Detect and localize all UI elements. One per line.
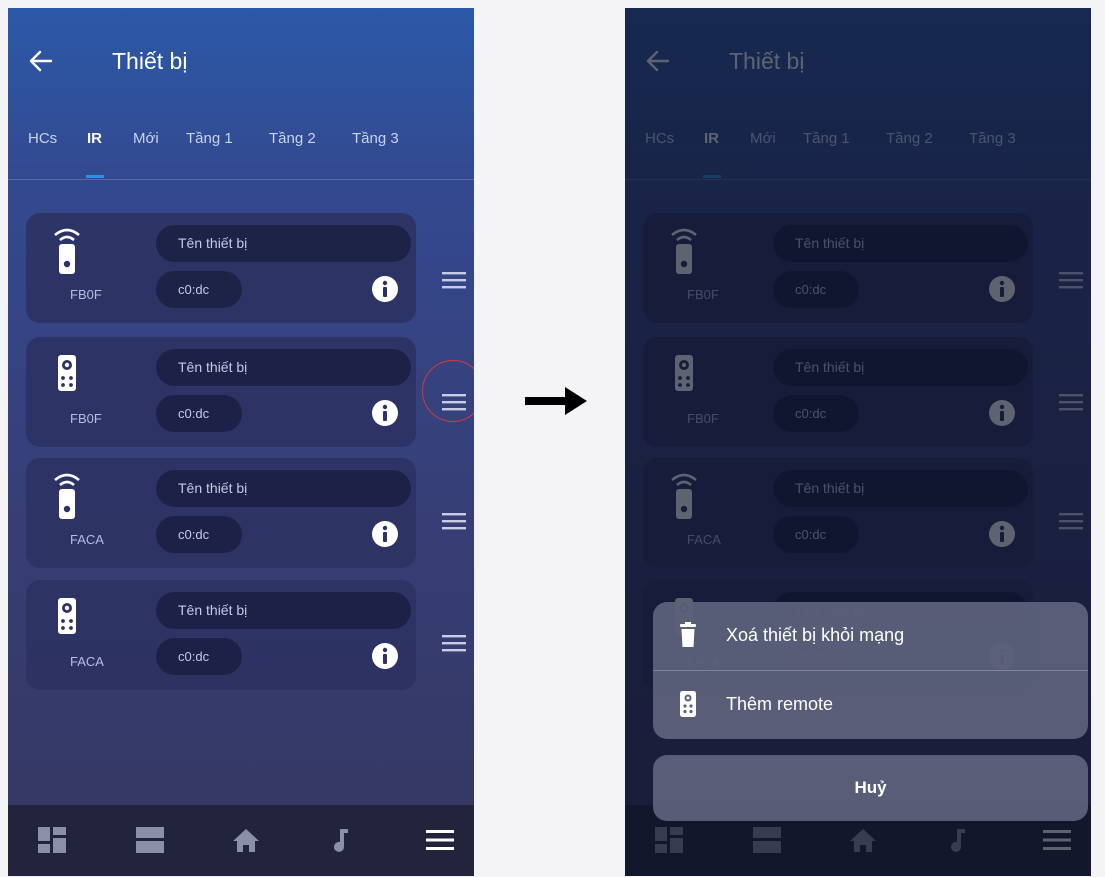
cancel-button[interactable]: Huỷ <box>653 755 1088 821</box>
device-mac: c0:dc <box>156 395 242 432</box>
header-divider <box>8 179 474 180</box>
info-icon[interactable] <box>371 642 399 670</box>
device-name-field[interactable]: Tên thiết bị <box>156 349 411 386</box>
transition-arrow-icon <box>525 387 587 415</box>
device-code: FACA <box>70 532 104 547</box>
info-icon[interactable] <box>371 399 399 427</box>
active-tab-indicator <box>86 175 104 178</box>
device-mac: c0:dc <box>156 516 242 553</box>
rooms-icon[interactable] <box>136 827 164 853</box>
ir-remote-icon <box>54 228 80 274</box>
device-mac: c0:dc <box>156 271 242 308</box>
device-menu-icon[interactable] <box>442 512 466 530</box>
info-icon[interactable] <box>371 275 399 303</box>
modal-backdrop[interactable] <box>625 8 1091 876</box>
info-icon[interactable] <box>371 520 399 548</box>
delete-device-label: Xoá thiết bị khỏi mạng <box>726 625 905 645</box>
delete-device-option[interactable]: Xoá thiết bị khỏi mạng <box>653 602 1088 670</box>
tab-tang-3[interactable]: Tầng 3 <box>352 130 399 147</box>
remote-control-icon <box>58 598 76 634</box>
tab-moi[interactable]: Mới <box>133 130 159 147</box>
add-remote-option[interactable]: Thêm remote <box>653 671 1088 739</box>
phone-screen-before: Thiết bị HCs IR Mới Tầng 1 Tầng 2 Tầng 3… <box>8 8 474 876</box>
tab-tang-2[interactable]: Tầng 2 <box>269 130 316 147</box>
device-menu-icon[interactable] <box>442 634 466 652</box>
menu-icon[interactable] <box>426 827 454 853</box>
tab-hcs[interactable]: HCs <box>28 130 57 147</box>
back-arrow-icon[interactable] <box>28 48 54 74</box>
device-menu-icon[interactable] <box>442 271 466 289</box>
remote-control-icon <box>680 691 696 717</box>
add-remote-label: Thêm remote <box>726 694 834 714</box>
remote-control-icon <box>58 355 76 391</box>
device-name-field[interactable]: Tên thiết bị <box>156 592 411 629</box>
tab-ir[interactable]: IR <box>87 130 102 147</box>
action-sheet: Xoá thiết bị khỏi mạng Thêm remote <box>653 602 1088 739</box>
home-icon[interactable] <box>232 827 260 853</box>
highlight-circle <box>422 360 474 422</box>
tab-tang-1[interactable]: Tầng 1 <box>186 130 233 147</box>
device-name-field[interactable]: Tên thiết bị <box>156 470 411 507</box>
device-code: FACA <box>70 654 104 669</box>
device-mac: c0:dc <box>156 638 242 675</box>
device-code: FB0F <box>70 411 102 426</box>
device-card[interactable]: FB0F Tên thiết bị c0:dc <box>26 213 416 323</box>
music-icon[interactable] <box>328 827 356 853</box>
ir-remote-icon <box>54 473 80 519</box>
bottom-nav <box>8 805 474 876</box>
device-name-field[interactable]: Tên thiết bị <box>156 225 411 262</box>
device-code: FB0F <box>70 287 102 302</box>
device-card[interactable]: FACA Tên thiết bị c0:dc <box>26 580 416 690</box>
app-header: Thiết bị <box>8 8 474 118</box>
trash-icon <box>680 622 696 647</box>
device-card[interactable]: FACA Tên thiết bị c0:dc <box>26 458 416 568</box>
device-card[interactable]: FB0F Tên thiết bị c0:dc <box>26 337 416 447</box>
phone-screen-after: Thiết bị HCs IR Mới Tầng 1 Tầng 2 Tầng 3… <box>625 8 1091 876</box>
page-title: Thiết bị <box>112 48 188 74</box>
dashboard-icon[interactable] <box>38 827 66 853</box>
